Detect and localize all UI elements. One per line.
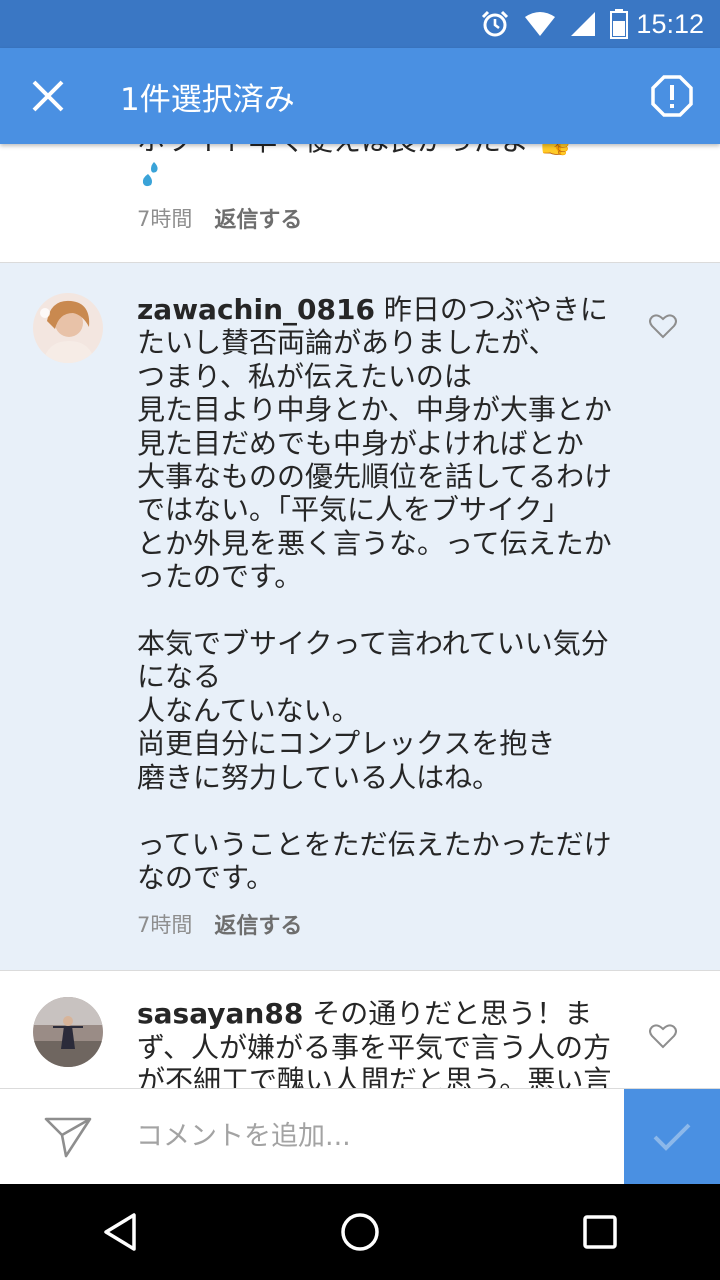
selection-title: 1件選択済み (120, 81, 295, 118)
home-circle-icon (341, 1213, 379, 1251)
comment-text: ホワイト早く便えは良かったよ 👍 (137, 144, 573, 160)
back-triangle-icon (104, 1213, 136, 1251)
avatar[interactable] (33, 997, 103, 1068)
direct-send-button[interactable] (0, 1089, 136, 1185)
wifi-icon (524, 11, 556, 37)
checkmark-icon (653, 1123, 691, 1151)
comment-item-selected[interactable]: zawachin_0816 昨日のつぶやきにたいし賛否両論がありましたが、 つま… (0, 262, 720, 972)
comment-message: 昨日のつぶやきにたいし賛否両論がありましたが、 つまり、私が伝えたいのは 見た目… (137, 293, 613, 894)
post-comment-button[interactable] (624, 1088, 720, 1185)
comment-username[interactable]: zawachin_0816 (137, 293, 375, 326)
comment-item[interactable]: sasayan88 その通りだと思う！まず、人が嫌がる事を平気で言う人の方が不細… (0, 971, 720, 1088)
selection-action-bar: 1件選択済み (0, 48, 720, 144)
reply-button[interactable]: 返信する (214, 908, 302, 940)
paper-plane-icon (44, 1117, 92, 1157)
avatar[interactable] (33, 293, 103, 363)
home-button[interactable] (300, 1184, 420, 1280)
comment-input[interactable] (136, 1106, 624, 1167)
signal-icon (570, 11, 596, 37)
report-button[interactable] (624, 48, 720, 144)
heart-icon (649, 1024, 677, 1049)
battery-icon (610, 9, 629, 39)
comment-meta: 7時間 返信する (137, 202, 302, 234)
status-time: 15:12 (636, 8, 704, 39)
comment-username[interactable]: sasayan88 (137, 997, 303, 1030)
close-button[interactable] (0, 48, 96, 144)
recents-button[interactable] (540, 1184, 660, 1280)
comment-time: 7時間 (137, 913, 193, 938)
heart-icon (649, 314, 677, 339)
comment-text: sasayan88 その通りだと思う！まず、人が嫌がる事を平気で言う人の方が不細… (137, 997, 617, 1088)
reply-button[interactable]: 返信する (214, 202, 302, 234)
like-button[interactable] (649, 1023, 677, 1053)
report-icon (651, 75, 693, 117)
comment-text: zawachin_0816 昨日のつぶやきにたいし賛否両論がありましたが、 つま… (137, 293, 617, 894)
like-button[interactable] (649, 313, 677, 343)
sweat-drops-emoji (140, 160, 166, 194)
comment-time: 7時間 (137, 207, 193, 231)
recents-square-icon (583, 1215, 617, 1249)
system-nav-bar (0, 1184, 720, 1280)
back-button[interactable] (60, 1184, 180, 1280)
status-bar: 15:12 (0, 0, 720, 48)
close-icon (32, 80, 64, 112)
comment-meta: 7時間 返信する (137, 908, 720, 940)
comment-list[interactable]: ホワイト早く便えは良かったよ 👍 7時間 返信する zawachin_0816 … (0, 144, 720, 1088)
comment-composer (0, 1088, 720, 1185)
alarm-icon (480, 9, 510, 39)
comment-item: ホワイト早く便えは良かったよ 👍 7時間 返信する (0, 144, 720, 262)
